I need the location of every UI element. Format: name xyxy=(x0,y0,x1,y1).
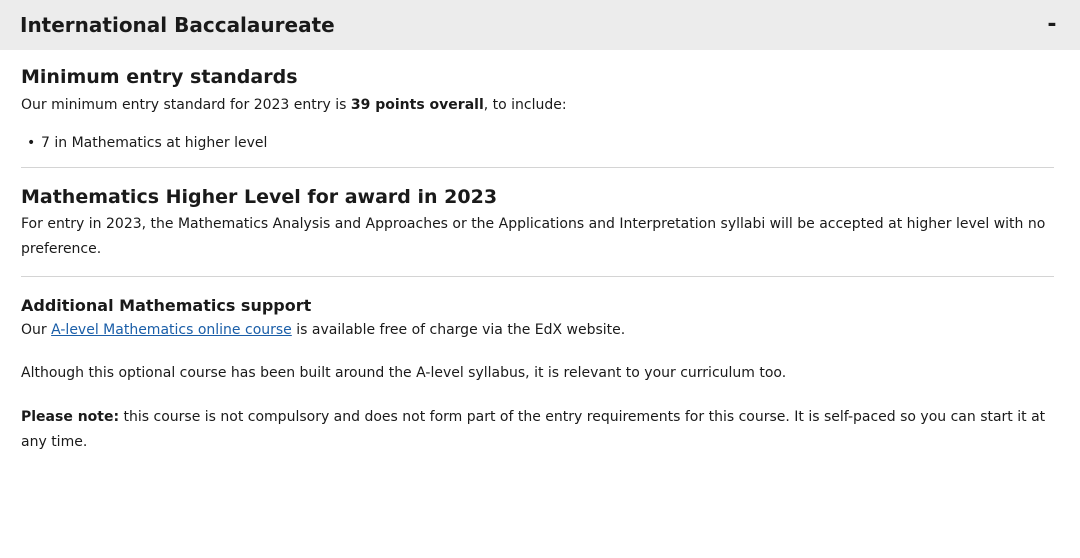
online-course-link[interactable]: A-level Mathematics online course xyxy=(51,322,292,338)
hl-heading: Mathematics Higher Level for award in 20… xyxy=(21,185,498,208)
accordion-header[interactable]: International Baccalaureate - xyxy=(0,0,1080,50)
support-note: Please note: this course is not compulso… xyxy=(21,405,1054,455)
min-entry-text: Our minimum entry standard for 2023 entr… xyxy=(21,93,1054,118)
collapse-icon[interactable]: - xyxy=(1045,14,1059,36)
ib-accordion: International Baccalaureate - Minimum en… xyxy=(0,0,1080,558)
min-entry-prefix: Our minimum entry standard for 2023 entr… xyxy=(21,96,351,113)
accordion-title: International Baccalaureate xyxy=(20,13,335,37)
note-text: this course is not compulsory and does n… xyxy=(21,408,1046,450)
support-para-1-suffix: is available free of charge via the EdX … xyxy=(291,321,626,338)
support-para-1-prefix: Our xyxy=(21,321,52,338)
min-entry-suffix: , to include: xyxy=(483,96,567,113)
list-item: 7 in Mathematics at higher level xyxy=(27,131,1054,156)
divider xyxy=(21,166,1054,168)
accordion-body: Minimum entry standards Our minimum entr… xyxy=(0,66,1080,455)
note-label: Please note: xyxy=(21,408,120,425)
support-heading: Additional Mathematics support xyxy=(21,295,312,315)
hl-text: For entry in 2023, the Mathematics Analy… xyxy=(21,215,1046,257)
divider xyxy=(21,275,1054,277)
support-para-2: Although this optional course has been b… xyxy=(21,364,787,381)
requirements-list: 7 in Mathematics at higher level xyxy=(21,131,1054,156)
support-para-1: Our A-level Mathematics online course is… xyxy=(21,318,1054,343)
min-entry-heading: Minimum entry standards xyxy=(21,66,298,88)
min-entry-points: 39 points overall xyxy=(350,96,484,113)
